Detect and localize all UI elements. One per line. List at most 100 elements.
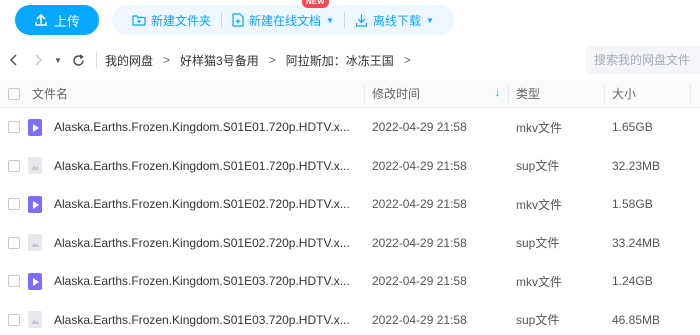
refresh-button[interactable] <box>66 48 90 72</box>
folder-add-icon <box>132 15 146 26</box>
column-divider <box>690 84 691 104</box>
upload-label: 上传 <box>53 13 80 29</box>
column-header-time-label: 修改时间 <box>372 87 421 101</box>
chevron-down-icon: ▼ <box>425 15 434 25</box>
breadcrumb-separator: > <box>163 53 171 67</box>
file-size: 32.23MB <box>612 158 661 173</box>
breadcrumb-item[interactable]: 阿拉斯加：冰冻王国 <box>286 52 394 69</box>
upload-icon <box>35 14 47 26</box>
row-checkbox-cell <box>0 198 28 211</box>
row-checkbox[interactable] <box>8 198 20 211</box>
column-header-type[interactable]: 类型 <box>508 85 604 102</box>
file-table: 文件名 修改时间 ↓ 类型 大小 Alaska.Earths.Frozen.Ki… <box>0 80 700 335</box>
generic-file-icon <box>28 311 42 329</box>
offline-download-button[interactable]: 离线下载 ▼ <box>345 5 444 35</box>
new-folder-label: 新建文件夹 <box>151 13 212 28</box>
row-checkbox-cell <box>0 121 28 134</box>
nav-divider <box>96 52 97 68</box>
breadcrumb-item[interactable]: 好样猫3号备用 <box>180 52 259 69</box>
video-file-icon <box>28 118 42 136</box>
file-name[interactable]: Alaska.Earths.Frozen.Kingdom.S01E01.720p… <box>54 159 350 173</box>
file-size: 46.85MB <box>612 312 661 327</box>
column-divider <box>604 84 605 104</box>
column-header-size[interactable]: 大小 <box>604 85 700 102</box>
file-name[interactable]: Alaska.Earths.Frozen.Kingdom.S01E01.720p… <box>54 120 350 134</box>
search-input[interactable] <box>586 46 700 74</box>
toolbar: 上传 新建文件夹 新建在线文档 ▼ 离线下载 ▼ NEW <box>0 0 700 40</box>
row-checkbox-cell <box>0 159 28 172</box>
table-row[interactable]: Alaska.Earths.Frozen.Kingdom.S01E03.720p… <box>0 301 700 335</box>
file-type: sup文件 <box>516 236 560 251</box>
file-name[interactable]: Alaska.Earths.Frozen.Kingdom.S01E02.720p… <box>54 236 350 250</box>
row-checkbox-cell <box>0 236 28 249</box>
row-checkbox[interactable] <box>8 159 20 172</box>
modified-time: 2022-04-29 21:58 <box>372 120 467 135</box>
row-checkbox[interactable] <box>8 313 20 326</box>
column-header-size-label: 大小 <box>612 87 637 101</box>
column-header-time[interactable]: 修改时间 ↓ <box>364 80 508 108</box>
file-name-cell[interactable]: Alaska.Earths.Frozen.Kingdom.S01E01.720p… <box>28 157 364 175</box>
caret-down-icon: ▼ <box>54 55 62 65</box>
file-type: mkv文件 <box>516 120 562 135</box>
file-size: 33.24MB <box>612 235 661 250</box>
navigation-bar: ▼ 我的网盘 > 好样猫3号备用 > 阿拉斯加：冰冻王国 > <box>0 46 700 74</box>
table-row[interactable]: Alaska.Earths.Frozen.Kingdom.S01E02.720p… <box>0 224 700 263</box>
select-all-cell <box>0 87 28 100</box>
column-header-type-label: 类型 <box>516 87 541 101</box>
modified-time: 2022-04-29 21:58 <box>372 274 467 289</box>
file-name[interactable]: Alaska.Earths.Frozen.Kingdom.S01E03.720p… <box>54 274 350 288</box>
column-header-name[interactable]: 文件名 <box>28 85 364 102</box>
row-checkbox[interactable] <box>8 121 20 134</box>
generic-file-icon <box>28 157 42 175</box>
table-header: 文件名 修改时间 ↓ 类型 大小 <box>0 80 700 108</box>
file-name-cell[interactable]: Alaska.Earths.Frozen.Kingdom.S01E03.720p… <box>28 311 364 329</box>
forward-button[interactable] <box>26 48 50 72</box>
table-row[interactable]: Alaska.Earths.Frozen.Kingdom.S01E02.720p… <box>0 185 700 224</box>
table-body: Alaska.Earths.Frozen.Kingdom.S01E01.720p… <box>0 108 700 335</box>
new-online-doc-label: 新建在线文档 <box>249 13 322 28</box>
file-name[interactable]: Alaska.Earths.Frozen.Kingdom.S01E02.720p… <box>54 197 350 211</box>
column-divider <box>508 84 509 104</box>
file-name-cell[interactable]: Alaska.Earths.Frozen.Kingdom.S01E03.720p… <box>28 272 364 290</box>
file-name-cell[interactable]: Alaska.Earths.Frozen.Kingdom.S01E01.720p… <box>28 118 364 136</box>
upload-button[interactable]: 上传 <box>15 5 99 35</box>
file-type: sup文件 <box>516 159 560 174</box>
file-name-cell[interactable]: Alaska.Earths.Frozen.Kingdom.S01E02.720p… <box>28 195 364 213</box>
video-file-icon <box>28 195 42 213</box>
file-size: 1.65GB <box>612 120 653 135</box>
table-row[interactable]: Alaska.Earths.Frozen.Kingdom.S01E01.720p… <box>0 108 700 147</box>
column-header-name-label: 文件名 <box>32 87 69 101</box>
modified-time: 2022-04-29 21:58 <box>372 312 467 327</box>
video-file-icon <box>28 272 42 290</box>
breadcrumb-separator: > <box>403 53 411 67</box>
file-size: 1.24GB <box>612 274 653 289</box>
history-dropdown-button[interactable]: ▼ <box>50 48 66 72</box>
chevron-right-icon <box>35 54 43 66</box>
chevron-left-icon <box>9 54 17 66</box>
toolbar-button-group: 新建文件夹 新建在线文档 ▼ 离线下载 ▼ <box>112 5 454 35</box>
breadcrumb-item[interactable]: 我的网盘 <box>105 52 153 69</box>
file-type: sup文件 <box>516 313 560 328</box>
table-row[interactable]: Alaska.Earths.Frozen.Kingdom.S01E03.720p… <box>0 262 700 301</box>
row-checkbox[interactable] <box>8 275 20 288</box>
modified-time: 2022-04-29 21:58 <box>372 197 467 212</box>
file-name[interactable]: Alaska.Earths.Frozen.Kingdom.S01E03.720p… <box>54 313 350 327</box>
sort-descending-icon[interactable]: ↓ <box>495 87 501 99</box>
file-size: 1.58GB <box>612 197 653 212</box>
back-button[interactable] <box>2 48 26 72</box>
select-all-checkbox[interactable] <box>8 87 20 100</box>
file-type: mkv文件 <box>516 274 562 289</box>
offline-download-label: 离线下载 <box>372 13 421 28</box>
document-add-icon <box>232 13 244 27</box>
row-checkbox-cell <box>0 275 28 288</box>
chevron-down-icon: ▼ <box>326 15 334 25</box>
generic-file-icon <box>28 234 42 252</box>
file-name-cell[interactable]: Alaska.Earths.Frozen.Kingdom.S01E02.720p… <box>28 234 364 252</box>
row-checkbox[interactable] <box>8 236 20 249</box>
table-row[interactable]: Alaska.Earths.Frozen.Kingdom.S01E01.720p… <box>0 147 700 186</box>
new-online-doc-button[interactable]: 新建在线文档 ▼ <box>222 5 344 35</box>
new-folder-button[interactable]: 新建文件夹 <box>122 5 221 35</box>
new-badge: NEW <box>302 0 329 8</box>
modified-time: 2022-04-29 21:58 <box>372 235 467 250</box>
row-checkbox-cell <box>0 313 28 326</box>
